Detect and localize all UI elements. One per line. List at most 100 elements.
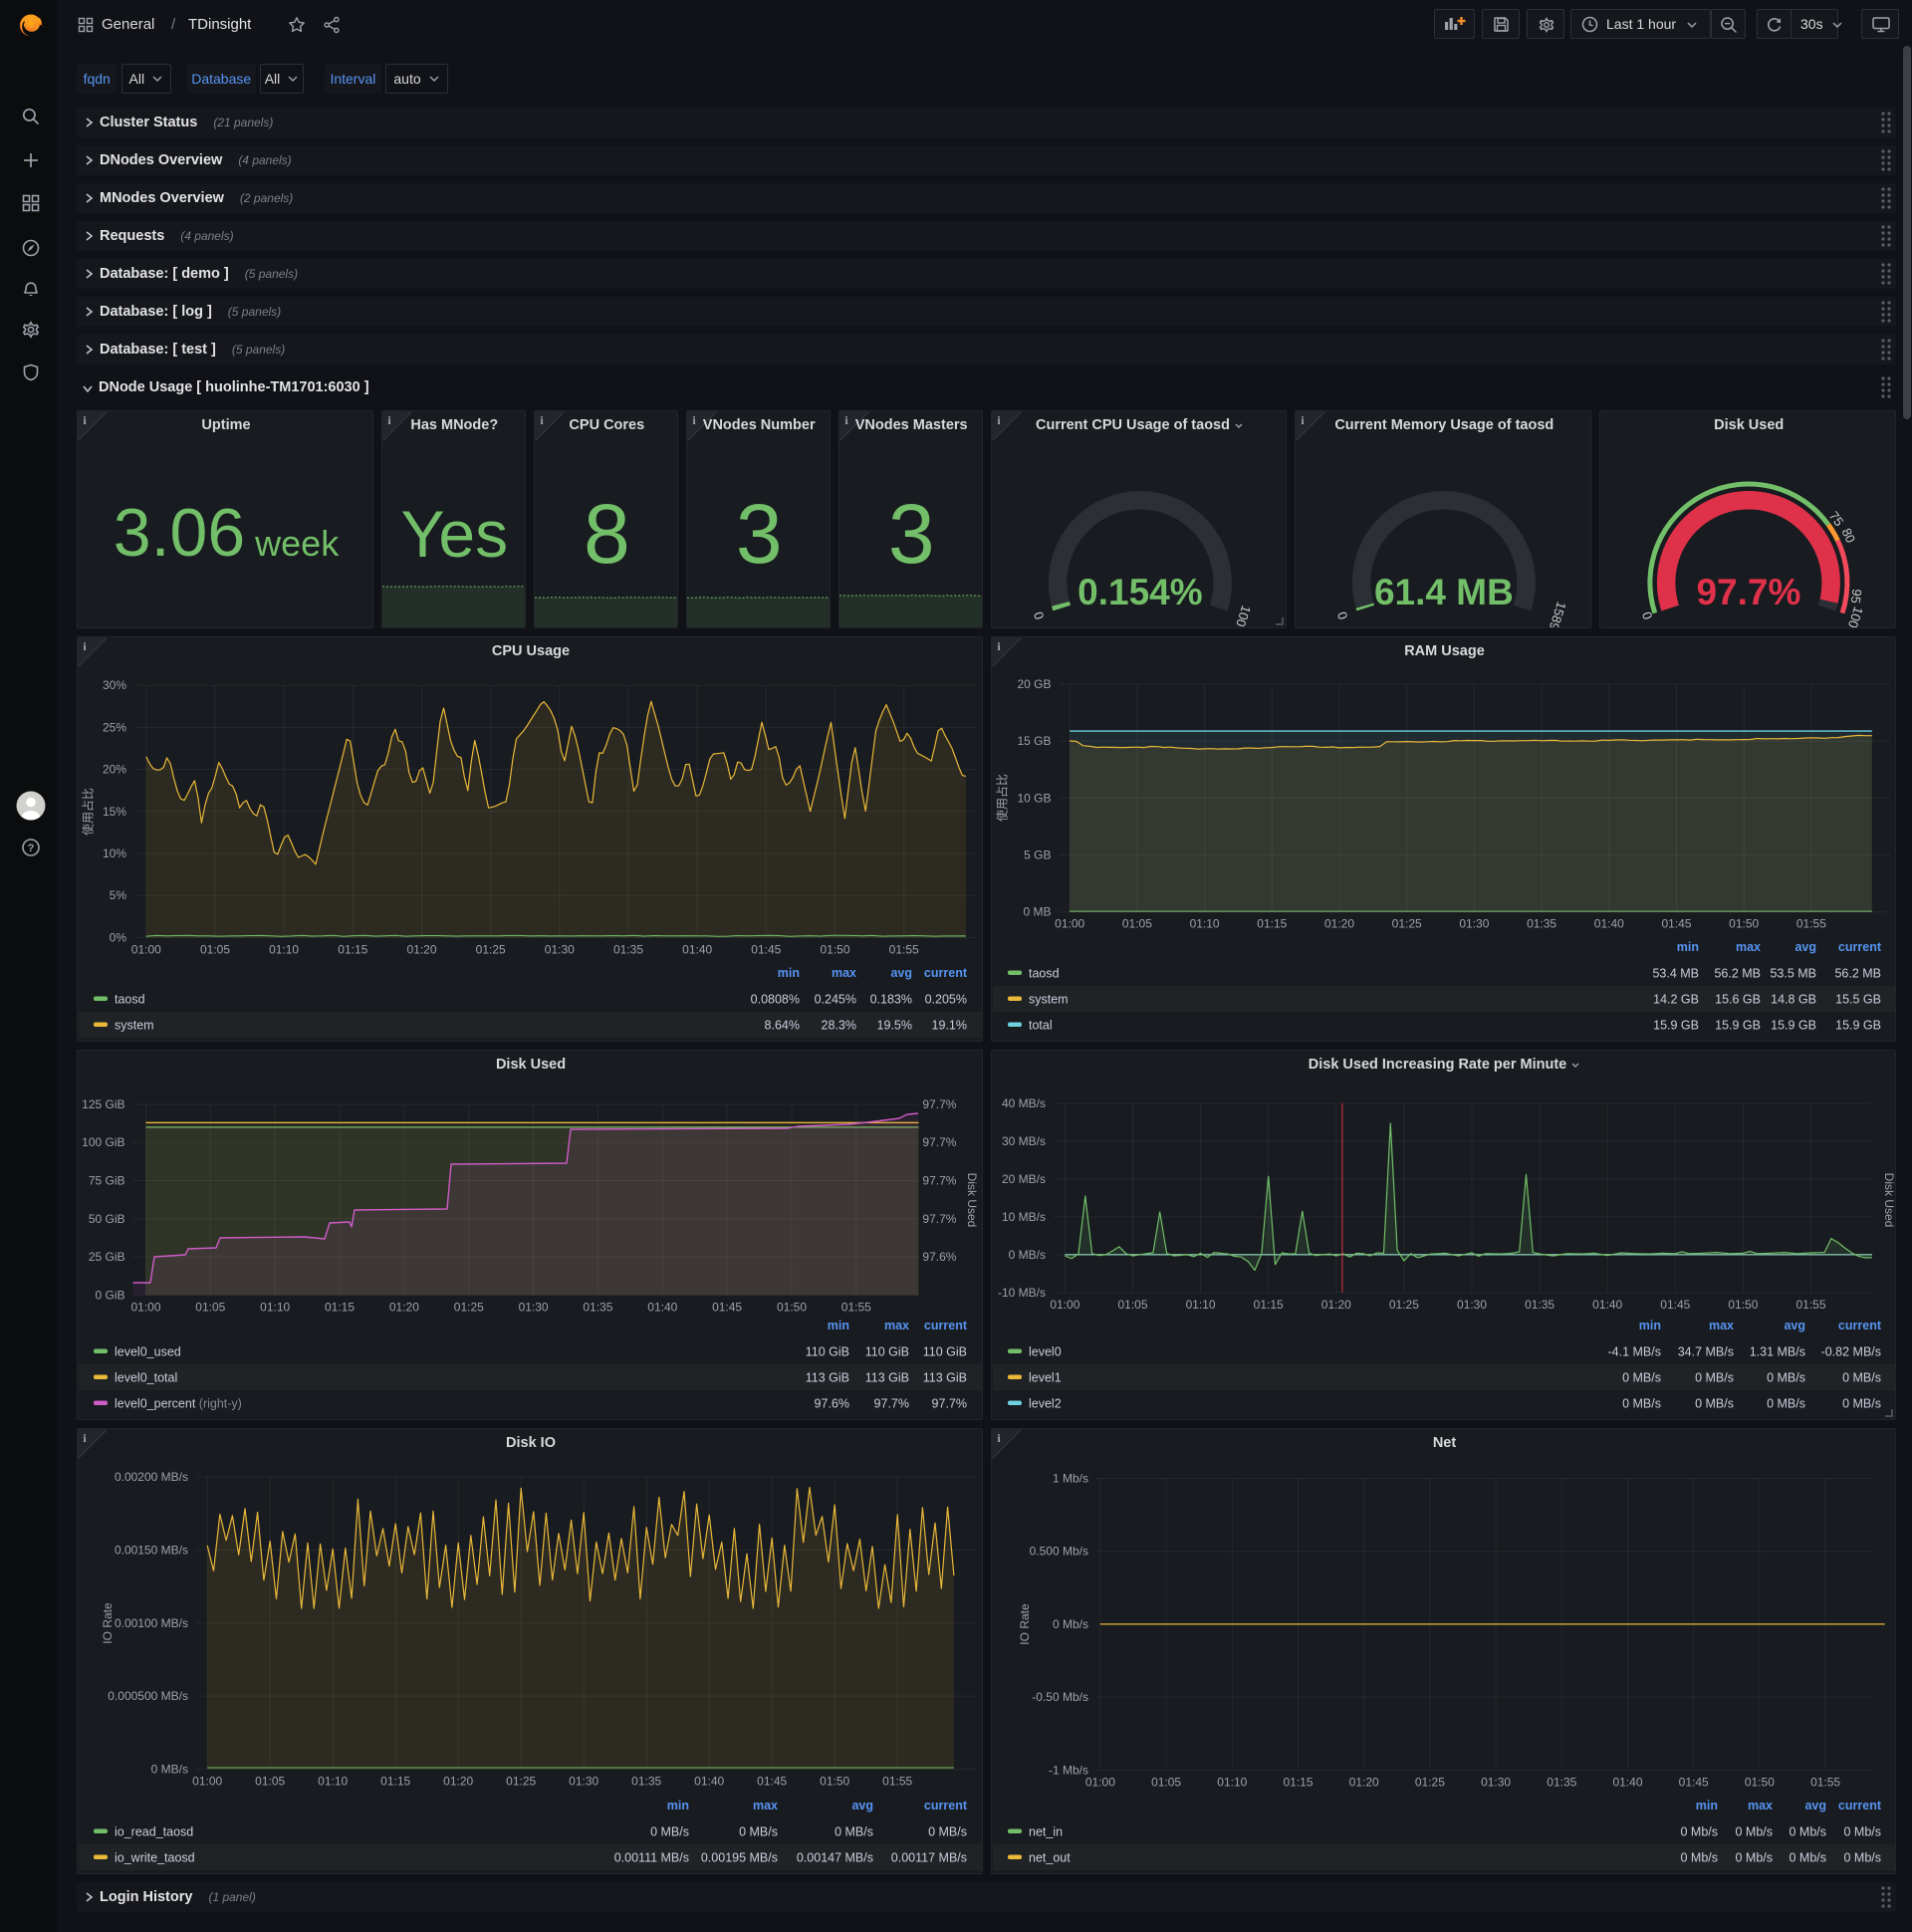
svg-text:01:30: 01:30 [519,1300,549,1314]
svg-text:01:30: 01:30 [545,942,575,956]
svg-text:-1 Mb/s: -1 Mb/s [1048,1763,1087,1777]
svg-text:max: max [884,1319,909,1332]
svg-text:01:55: 01:55 [1810,1775,1840,1789]
svg-text:8.64%: 8.64% [765,1019,800,1033]
svg-text:0 MB/s: 0 MB/s [1695,1397,1734,1411]
svg-text:80: 80 [1839,526,1859,545]
svg-text:01:45: 01:45 [1660,1298,1690,1312]
svg-text:20 GB: 20 GB [1017,677,1051,691]
svg-text:20 MB/s: 20 MB/s [1001,1172,1045,1186]
svg-text:100 GiB: 100 GiB [82,1135,124,1149]
svg-text:0: 0 [1030,609,1047,621]
svg-text:15890: 15890 [1545,600,1569,628]
svg-text:01:35: 01:35 [613,942,643,956]
svg-text:1.31 MB/s: 1.31 MB/s [1749,1345,1804,1359]
svg-text:total: total [1029,1019,1053,1033]
svg-text:01:45: 01:45 [1661,917,1691,931]
svg-text:14.8 GB: 14.8 GB [1771,993,1816,1007]
svg-text:14.2 GB: 14.2 GB [1653,993,1699,1007]
svg-text:0: 0 [1639,609,1656,621]
svg-text:01:20: 01:20 [1348,1775,1378,1789]
svg-text:0.205%: 0.205% [925,993,967,1007]
svg-text:system: system [1029,993,1069,1007]
svg-text:97.7%: 97.7% [922,1212,956,1226]
svg-text:level1: level1 [1029,1371,1062,1385]
svg-text:min: min [1695,1799,1717,1812]
svg-text:max: max [1708,1319,1733,1332]
svg-text:01:50: 01:50 [1728,1298,1758,1312]
svg-text:01:20: 01:20 [1323,917,1353,931]
svg-text:01:00: 01:00 [1050,1298,1079,1312]
svg-text:01:30: 01:30 [569,1775,598,1789]
svg-text:0 MB/s: 0 MB/s [835,1825,873,1839]
svg-text:97.7%: 97.7% [922,1097,956,1111]
svg-text:0 MB/s: 0 MB/s [1008,1248,1045,1262]
svg-text:0 MB/s: 0 MB/s [1622,1371,1661,1385]
svg-text:01:10: 01:10 [260,1300,290,1314]
svg-text:0.183%: 0.183% [870,993,912,1007]
svg-text:01:15: 01:15 [380,1775,410,1789]
svg-text:0 MB/s: 0 MB/s [650,1825,689,1839]
svg-text:01:15: 01:15 [338,942,367,956]
svg-text:20%: 20% [103,763,126,777]
svg-text:97.7%: 97.7% [874,1397,909,1411]
svg-text:01:25: 01:25 [1391,917,1421,931]
svg-text:system: system [115,1019,154,1033]
svg-text:0.154%: 0.154% [1077,572,1203,612]
svg-text:15.9 GB: 15.9 GB [1715,1019,1761,1033]
svg-text:current: current [924,966,968,980]
svg-text:34.7 MB/s: 34.7 MB/s [1677,1345,1733,1359]
svg-text:使用占比: 使用占比 [81,788,96,836]
svg-text:01:15: 01:15 [1257,917,1287,931]
svg-text:IO Rate: IO Rate [1018,1603,1032,1645]
svg-text:0.000500 MB/s: 0.000500 MB/s [108,1689,188,1703]
svg-text:net_in: net_in [1029,1825,1063,1839]
svg-text:max: max [1735,940,1760,954]
svg-text:0 Mb/s: 0 Mb/s [1680,1825,1718,1839]
svg-text:0 MB: 0 MB [1023,905,1051,919]
svg-text:0 Mb/s: 0 Mb/s [1843,1825,1881,1839]
svg-text:01:40: 01:40 [1612,1775,1642,1789]
svg-text:40 MB/s: 40 MB/s [1001,1096,1045,1110]
svg-text:5 GB: 5 GB [1024,848,1051,862]
svg-text:01:40: 01:40 [1593,917,1623,931]
svg-text:01:55: 01:55 [889,942,919,956]
svg-text:01:55: 01:55 [882,1775,912,1789]
svg-text:01:35: 01:35 [1525,1298,1554,1312]
svg-text:level0_total: level0_total [115,1371,177,1385]
svg-text:56.2 MB: 56.2 MB [1834,967,1881,981]
svg-text:avg: avg [890,966,912,980]
svg-text:0 MB/s: 0 MB/s [151,1763,188,1777]
svg-text:0.00100 MB/s: 0.00100 MB/s [115,1616,188,1630]
svg-text:avg: avg [1794,940,1816,954]
svg-text:level2: level2 [1029,1397,1062,1411]
svg-text:current: current [1837,940,1881,954]
svg-text:0.00117 MB/s: 0.00117 MB/s [891,1851,967,1865]
svg-text:0 GiB: 0 GiB [95,1288,124,1302]
svg-text:53.4 MB: 53.4 MB [1652,967,1699,981]
svg-text:50 GiB: 50 GiB [89,1212,125,1226]
svg-text:30%: 30% [103,678,126,692]
svg-text:5%: 5% [110,888,127,902]
svg-text:0.00195 MB/s: 0.00195 MB/s [701,1851,778,1865]
svg-text:taosd: taosd [1029,967,1060,981]
svg-text:01:50: 01:50 [820,1775,849,1789]
svg-text:10 MB/s: 10 MB/s [1001,1210,1045,1224]
svg-text:0 MB/s: 0 MB/s [928,1825,967,1839]
svg-text:0.00150 MB/s: 0.00150 MB/s [115,1543,188,1557]
svg-text:01:10: 01:10 [269,942,299,956]
svg-text:0 MB/s: 0 MB/s [739,1825,778,1839]
svg-text:125 GiB: 125 GiB [82,1097,124,1111]
svg-text:01:25: 01:25 [506,1775,536,1789]
svg-text:01:30: 01:30 [1481,1775,1511,1789]
svg-text:io_write_taosd: io_write_taosd [115,1851,195,1865]
svg-text:0 MB/s: 0 MB/s [1767,1371,1805,1385]
svg-text:01:30: 01:30 [1456,1298,1486,1312]
svg-text:01:10: 01:10 [1185,1298,1215,1312]
svg-text:110 GiB: 110 GiB [865,1345,909,1359]
svg-text:100: 100 [1845,604,1866,628]
svg-text:01:45: 01:45 [1678,1775,1708,1789]
svg-text:avg: avg [1804,1799,1826,1812]
svg-text:100: 100 [1233,604,1254,628]
svg-text:15.6 GB: 15.6 GB [1715,993,1761,1007]
